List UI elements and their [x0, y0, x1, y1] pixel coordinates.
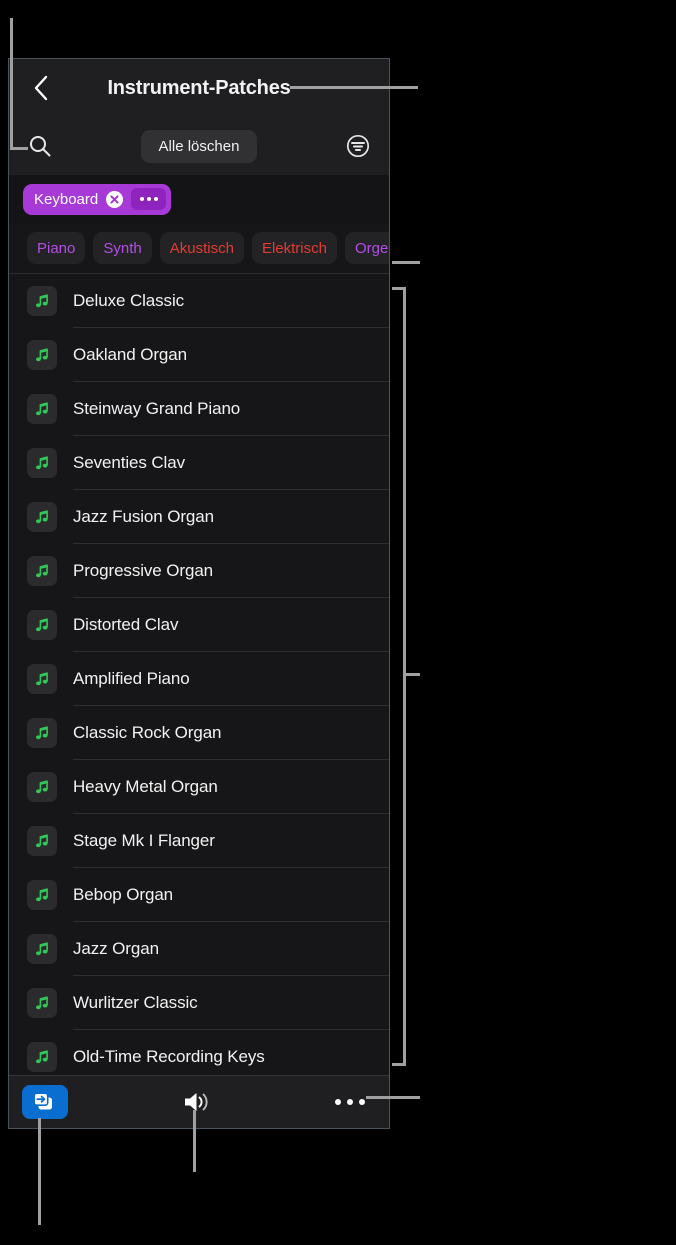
- active-filter-token-keyboard[interactable]: Keyboard: [23, 183, 172, 215]
- patch-list[interactable]: Deluxe Classic Oakland Organ Steinway Gran…: [9, 273, 389, 1075]
- callout-line-chips: [392, 261, 420, 264]
- patch-name: Old-Time Recording Keys: [73, 1047, 265, 1066]
- patch-row[interactable]: Jazz Organ: [9, 922, 389, 976]
- music-note-icon: [27, 934, 57, 964]
- callout-line-speaker: [193, 1110, 196, 1172]
- import-patch-button[interactable]: [22, 1085, 68, 1119]
- patch-name: Seventies Clav: [73, 453, 185, 472]
- speaker-waves-icon: [185, 1093, 208, 1111]
- patch-name: Progressive Organ: [73, 561, 214, 580]
- music-note-icon: [27, 988, 57, 1018]
- clear-all-button[interactable]: Alle löschen: [140, 129, 258, 163]
- close-icon: [110, 194, 119, 204]
- suggestion-chip-akustisch[interactable]: Akustisch: [159, 232, 244, 264]
- speaker-button[interactable]: [179, 1086, 219, 1118]
- toolbar-more-button[interactable]: [335, 1099, 365, 1105]
- music-note-icon: [27, 340, 57, 370]
- music-note-icon: [27, 1042, 57, 1072]
- panel-searchbar: Alle löschen: [9, 117, 389, 175]
- music-note-icon: [27, 448, 57, 478]
- import-patch-icon: [33, 1092, 52, 1110]
- search-icon: [30, 136, 51, 157]
- ellipsis-dot-1: [139, 197, 144, 201]
- search-button[interactable]: [25, 131, 55, 161]
- patch-name: Jazz Organ: [73, 939, 159, 958]
- patch-row[interactable]: Jazz Fusion Organ: [9, 490, 389, 544]
- patch-row[interactable]: Old-Time Recording Keys: [9, 1030, 389, 1075]
- patch-row[interactable]: Bebop Organ: [9, 868, 389, 922]
- ellipsis-dot-1: [335, 1099, 341, 1105]
- patch-name: Oakland Organ: [73, 345, 187, 364]
- callout-line-search-vertical: [10, 18, 13, 149]
- music-note-icon: [27, 502, 57, 532]
- close-circle-icon[interactable]: [106, 190, 124, 208]
- music-note-icon: [27, 880, 57, 910]
- ellipsis-dot-2: [347, 1099, 353, 1105]
- filter-sort-button[interactable]: [343, 131, 373, 161]
- patch-row[interactable]: Seventies Clav: [9, 436, 389, 490]
- back-button[interactable]: [25, 72, 57, 104]
- callout-line-import: [38, 1118, 41, 1225]
- patch-name: Bebop Organ: [73, 885, 174, 904]
- patch-row[interactable]: Wurlitzer Classic: [9, 976, 389, 1030]
- suggestion-chip-row: Piano Synth Akustisch Elektrisch Orgel: [9, 223, 389, 273]
- patch-name: Stage Mk I Flanger: [73, 831, 215, 850]
- suggestion-chip-elektrisch[interactable]: Elektrisch: [251, 232, 337, 264]
- suggestion-chip-piano[interactable]: Piano: [27, 232, 86, 264]
- patch-name: Deluxe Classic: [73, 291, 185, 310]
- patch-name: Amplified Piano: [73, 669, 190, 688]
- patch-row[interactable]: Heavy Metal Organ: [9, 760, 389, 814]
- suggestion-chip-orgel[interactable]: Orgel: [344, 232, 389, 264]
- patch-name: Jazz Fusion Organ: [73, 507, 214, 526]
- music-note-icon: [27, 610, 57, 640]
- chevron-left-icon: [34, 75, 48, 101]
- music-note-icon: [27, 286, 57, 316]
- patch-row[interactable]: Oakland Organ: [9, 328, 389, 382]
- ellipsis-dot-3: [359, 1099, 365, 1105]
- patch-row[interactable]: Distorted Clav: [9, 598, 389, 652]
- active-filter-token-label: Keyboard: [34, 190, 99, 208]
- instrument-patches-panel: Instrument-Patches Alle löschen Keyboard: [8, 58, 390, 1129]
- ellipsis-dot-2: [146, 197, 151, 201]
- callout-line-title: [290, 86, 418, 89]
- music-note-icon: [27, 394, 57, 424]
- music-note-icon: [27, 664, 57, 694]
- patch-name: Distorted Clav: [73, 615, 179, 634]
- callout-line-list: [406, 673, 420, 676]
- patch-row[interactable]: Amplified Piano: [9, 652, 389, 706]
- suggestion-chip-synth[interactable]: Synth: [93, 232, 152, 264]
- music-note-icon: [27, 556, 57, 586]
- patch-row[interactable]: Deluxe Classic: [9, 274, 389, 328]
- patch-name: Wurlitzer Classic: [73, 993, 198, 1012]
- active-filter-token-more-button[interactable]: [131, 188, 167, 210]
- active-filter-row: Keyboard: [9, 175, 389, 223]
- patch-row[interactable]: Progressive Organ: [9, 544, 389, 598]
- callout-bracket-list-bottom: [392, 1063, 406, 1066]
- callout-line-more: [366, 1096, 420, 1099]
- callout-line-search-horizontal: [10, 147, 28, 150]
- panel-toolbar: [9, 1075, 389, 1128]
- patch-row[interactable]: Steinway Grand Piano: [9, 382, 389, 436]
- music-note-icon: [27, 772, 57, 802]
- ellipsis-dot-3: [153, 197, 158, 201]
- music-note-icon: [27, 826, 57, 856]
- music-note-icon: [27, 718, 57, 748]
- callout-bracket-list-vertical: [403, 287, 406, 1066]
- patch-row[interactable]: Classic Rock Organ: [9, 706, 389, 760]
- patch-name: Classic Rock Organ: [73, 723, 222, 742]
- patch-name: Steinway Grand Piano: [73, 399, 241, 418]
- patch-name: Heavy Metal Organ: [73, 777, 218, 796]
- filter-sort-icon: [346, 134, 370, 158]
- patch-row[interactable]: Stage Mk I Flanger: [9, 814, 389, 868]
